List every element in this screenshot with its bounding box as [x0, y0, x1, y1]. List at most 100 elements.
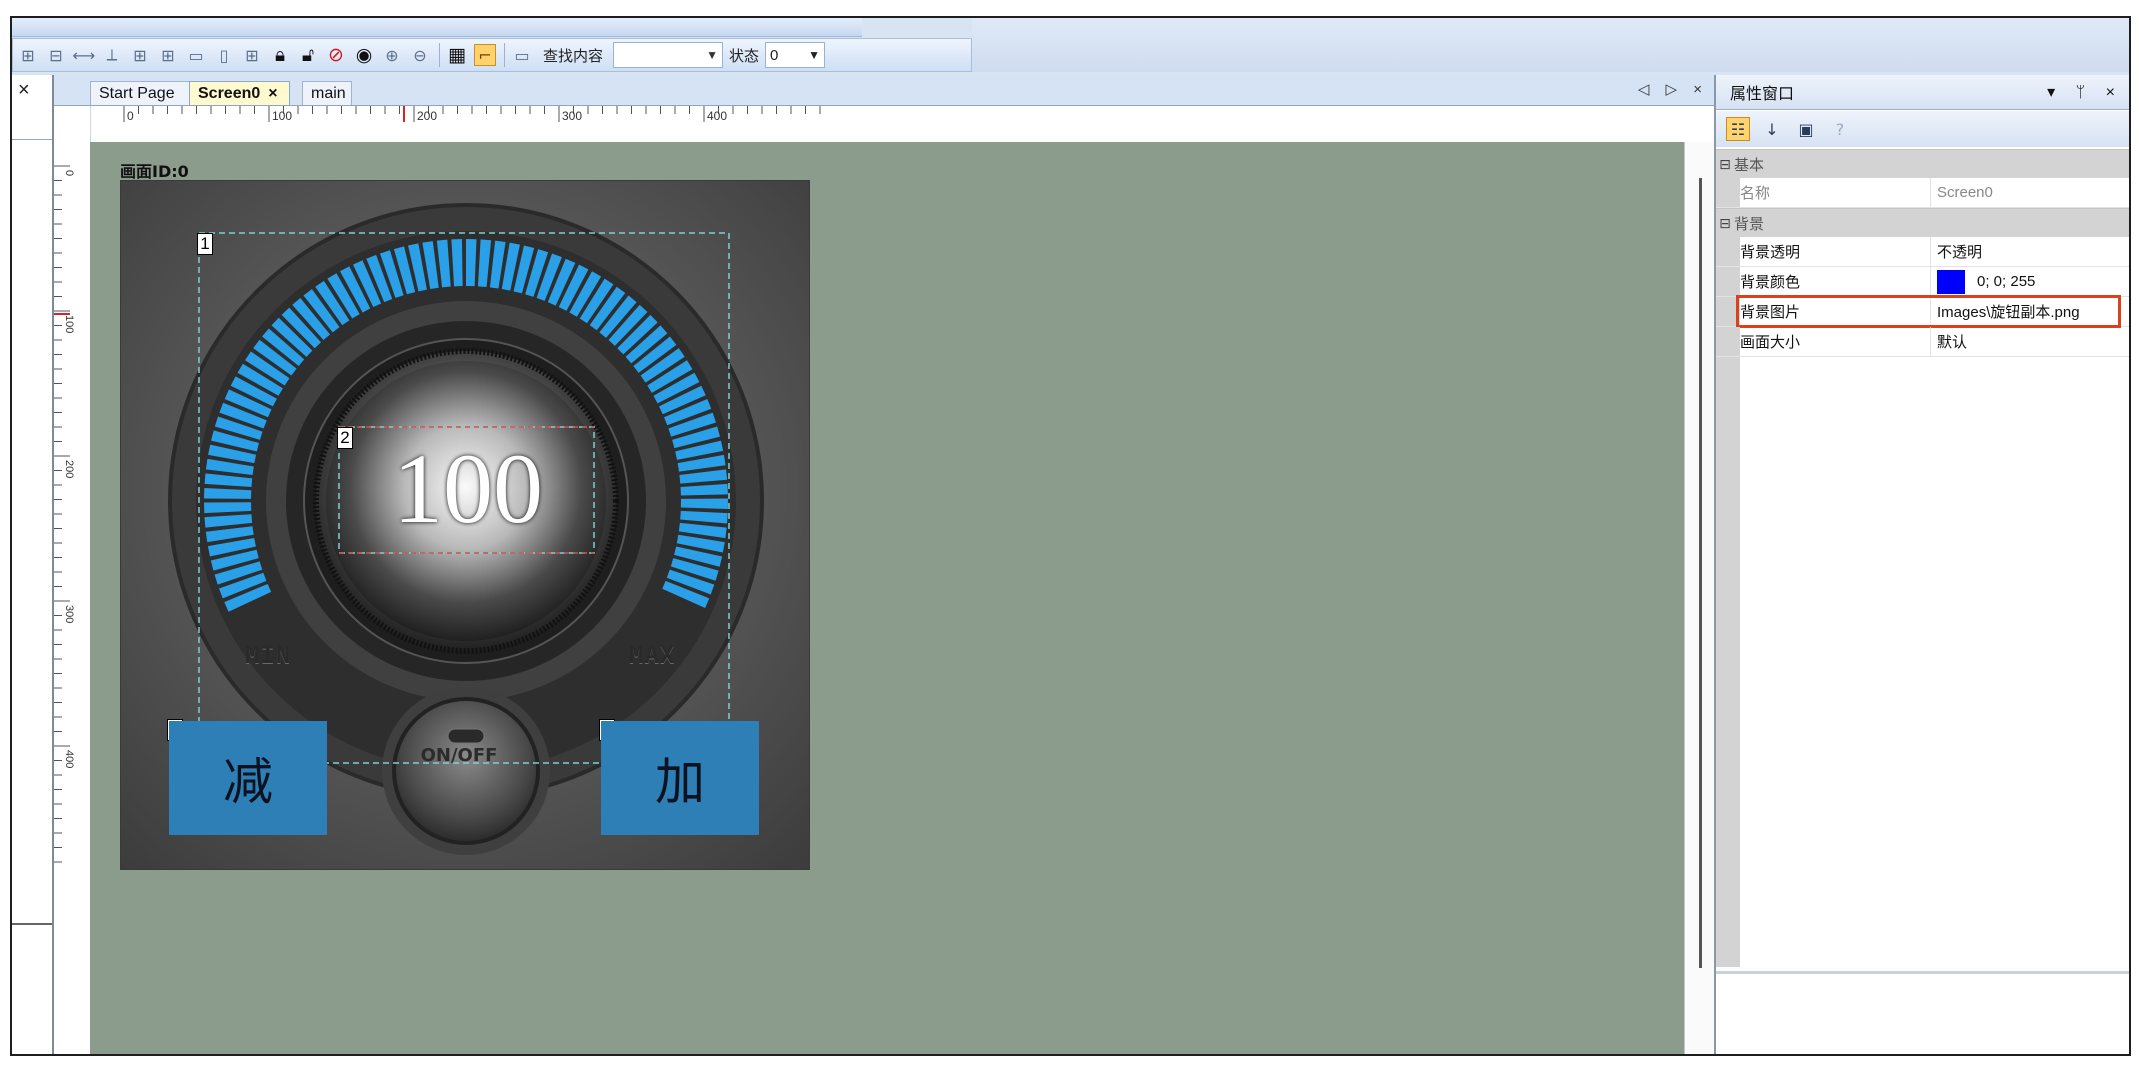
zoom-out-icon[interactable]: ⊖	[409, 44, 431, 66]
property-value[interactable]: 默认	[1931, 327, 2129, 356]
properties-header: 属性窗口 ▾ ᛘ ×	[1716, 75, 2129, 110]
center-v-icon[interactable]: ▯	[213, 44, 235, 66]
property-grid: ⊟ 基本 名称 Screen0 ⊟ 背景 背景透明 不透明 背景颜色 0; 0;…	[1716, 149, 2129, 357]
collapse-icon[interactable]: ⊟	[1716, 156, 1734, 173]
distribute-v-icon[interactable]: ⊞	[157, 44, 179, 66]
find-label: 查找内容	[543, 47, 604, 65]
property-row-bg-transparent[interactable]: 背景透明 不透明	[1716, 237, 2129, 267]
state-label: 状态	[729, 47, 760, 65]
properties-panel: 属性窗口 ▾ ᛘ × ☷ ↓ ▣ ? ⊟ 基本 名称 Screen0 ⊟ 背景	[1714, 75, 2129, 1054]
separator	[504, 43, 505, 67]
tab-label: Start Page	[99, 84, 175, 102]
ruler-label: 400	[63, 750, 75, 768]
ruler-label: 400	[707, 109, 727, 123]
onoff-label: ON/OFF	[420, 745, 498, 766]
property-row-screen-size[interactable]: 画面大小 默认	[1716, 327, 2129, 357]
ruler-label: 300	[63, 605, 75, 623]
ruler-label: 100	[272, 109, 292, 123]
vertical-ruler: 0 100 200 300 400	[54, 106, 91, 1054]
property-row-bg-image[interactable]: 背景图片 Images\旋钮副本.png	[1716, 295, 2129, 328]
canvas-scrollbar[interactable]	[1684, 142, 1717, 1054]
ruler-label: 100	[63, 315, 75, 333]
ruler-icon[interactable]: ⌐	[474, 44, 496, 66]
category-background[interactable]: ⊟ 背景	[1716, 208, 2129, 237]
property-value[interactable]: Images\旋钮副本.png	[1931, 297, 2129, 326]
property-key: 名称	[1740, 178, 1931, 207]
document-tabs: Start Page Screen0 × main ◁ ▷ ×	[54, 75, 1714, 106]
properties-title: 属性窗口	[1730, 86, 1795, 103]
min-label: MIN	[245, 641, 292, 669]
same-height-icon[interactable]: ⟂	[101, 44, 123, 66]
divider	[12, 923, 52, 925]
property-value[interactable]: 不透明	[1931, 237, 2129, 266]
toolbar-layout: ⊞ ⊟ ⟷ ⟂ ⊞ ⊞ ▭ ▯ ⊞ 🔒︎ 🔓︎ ⊘ ◉ ⊕ ⊖ ▦ ⌐ ▭ 查找…	[12, 38, 972, 72]
tab-main[interactable]: main	[302, 81, 352, 105]
property-pages-icon[interactable]: ▣	[1794, 117, 1818, 141]
property-key: 画面大小	[1740, 327, 1931, 356]
toolbar-top	[12, 18, 862, 37]
help-icon[interactable]: ?	[1828, 117, 1852, 141]
ruler-label: 300	[562, 109, 582, 123]
ruler-label: 0	[63, 170, 75, 176]
property-key: 背景透明	[1740, 237, 1931, 266]
screen-preview[interactable]: 100 MIN MAX ON/OFF 1 2 3 4 减 加	[120, 180, 810, 870]
element-tag-2[interactable]: 2	[337, 427, 353, 449]
toolbar-background	[972, 18, 2129, 72]
state-combo-value: 0	[770, 46, 779, 64]
increase-button[interactable]: 加	[601, 721, 759, 835]
element-tag-1[interactable]: 1	[197, 233, 213, 255]
unlock-icon[interactable]: 🔓︎	[297, 44, 319, 66]
center-h-icon[interactable]: ▭	[185, 44, 207, 66]
panel-controls[interactable]: ▾ ᛘ ×	[2047, 82, 2123, 102]
lock-icon[interactable]: 🔒︎	[269, 44, 291, 66]
dial-value: 100	[393, 433, 543, 544]
sort-az-icon[interactable]: ↓	[1760, 117, 1784, 141]
category-basic[interactable]: ⊟ 基本	[1716, 149, 2129, 178]
properties-toolbar: ☷ ↓ ▣ ?	[1716, 111, 2129, 147]
close-icon[interactable]: ×	[18, 79, 30, 102]
screen-id-label: 画面ID:0	[120, 162, 189, 181]
chevron-down-icon[interactable]: ▼	[808, 48, 820, 62]
left-pane: ×	[12, 75, 54, 1054]
property-description-area	[1716, 971, 2129, 1054]
grid-align-icon[interactable]: ⊞	[241, 44, 263, 66]
tab-label: main	[311, 84, 346, 102]
arc-segment	[680, 498, 728, 509]
tab-screen0[interactable]: Screen0 ×	[189, 81, 290, 105]
category-label: 基本	[1734, 156, 1765, 174]
divider	[12, 139, 52, 140]
color-value: 0; 0; 255	[1977, 273, 2036, 290]
decrease-button[interactable]: 减	[169, 721, 327, 835]
categorized-icon[interactable]: ☷	[1726, 117, 1750, 141]
tab-label: Screen0	[198, 84, 261, 102]
horizontal-ruler: 0 100 200 300 400	[54, 106, 1714, 142]
find-icon: ▭	[514, 45, 530, 65]
app-window: ⊞ ⊟ ⟷ ⟂ ⊞ ⊞ ▭ ▯ ⊞ 🔒︎ 🔓︎ ⊘ ◉ ⊕ ⊖ ▦ ⌐ ▭ 查找…	[10, 16, 2131, 1056]
align-left-icon[interactable]: ⊞	[17, 44, 39, 66]
property-row-name[interactable]: 名称 Screen0	[1716, 178, 2129, 208]
chevron-down-icon[interactable]: ▼	[706, 48, 718, 62]
ruler-label: 200	[63, 460, 75, 478]
tab-controls[interactable]: ◁ ▷ ×	[1638, 80, 1708, 98]
align-center-icon[interactable]: ⊟	[45, 44, 67, 66]
separator	[439, 43, 440, 67]
property-value[interactable]: Screen0	[1931, 178, 2129, 207]
show-icon[interactable]: ◉	[353, 44, 375, 66]
hide-icon[interactable]: ⊘	[325, 44, 347, 66]
close-icon[interactable]: ×	[268, 85, 277, 103]
property-value[interactable]: 0; 0; 255	[1931, 267, 2129, 296]
design-canvas[interactable]: 画面ID:0 100 MIN MAX ON/OFF 1 2 减 加	[90, 142, 1692, 1054]
ruler-label: 200	[417, 109, 437, 123]
state-combo[interactable]: 0 ▼	[765, 42, 826, 68]
same-width-icon[interactable]: ⟷	[73, 44, 96, 66]
grid-icon[interactable]: ▦	[446, 44, 468, 66]
distribute-h-icon[interactable]: ⊞	[129, 44, 151, 66]
horizontal-ruler-ticks: 0 100 200 300 400	[123, 106, 821, 123]
property-row-bg-color[interactable]: 背景颜色 0; 0; 255	[1716, 267, 2129, 297]
max-label: MAX	[629, 641, 676, 669]
find-combo[interactable]: ▼	[613, 42, 724, 68]
scrollbar-thumb[interactable]	[1699, 178, 1702, 968]
collapse-icon[interactable]: ⊟	[1716, 215, 1734, 232]
zoom-in-icon[interactable]: ⊕	[381, 44, 403, 66]
color-swatch[interactable]	[1937, 269, 1965, 294]
